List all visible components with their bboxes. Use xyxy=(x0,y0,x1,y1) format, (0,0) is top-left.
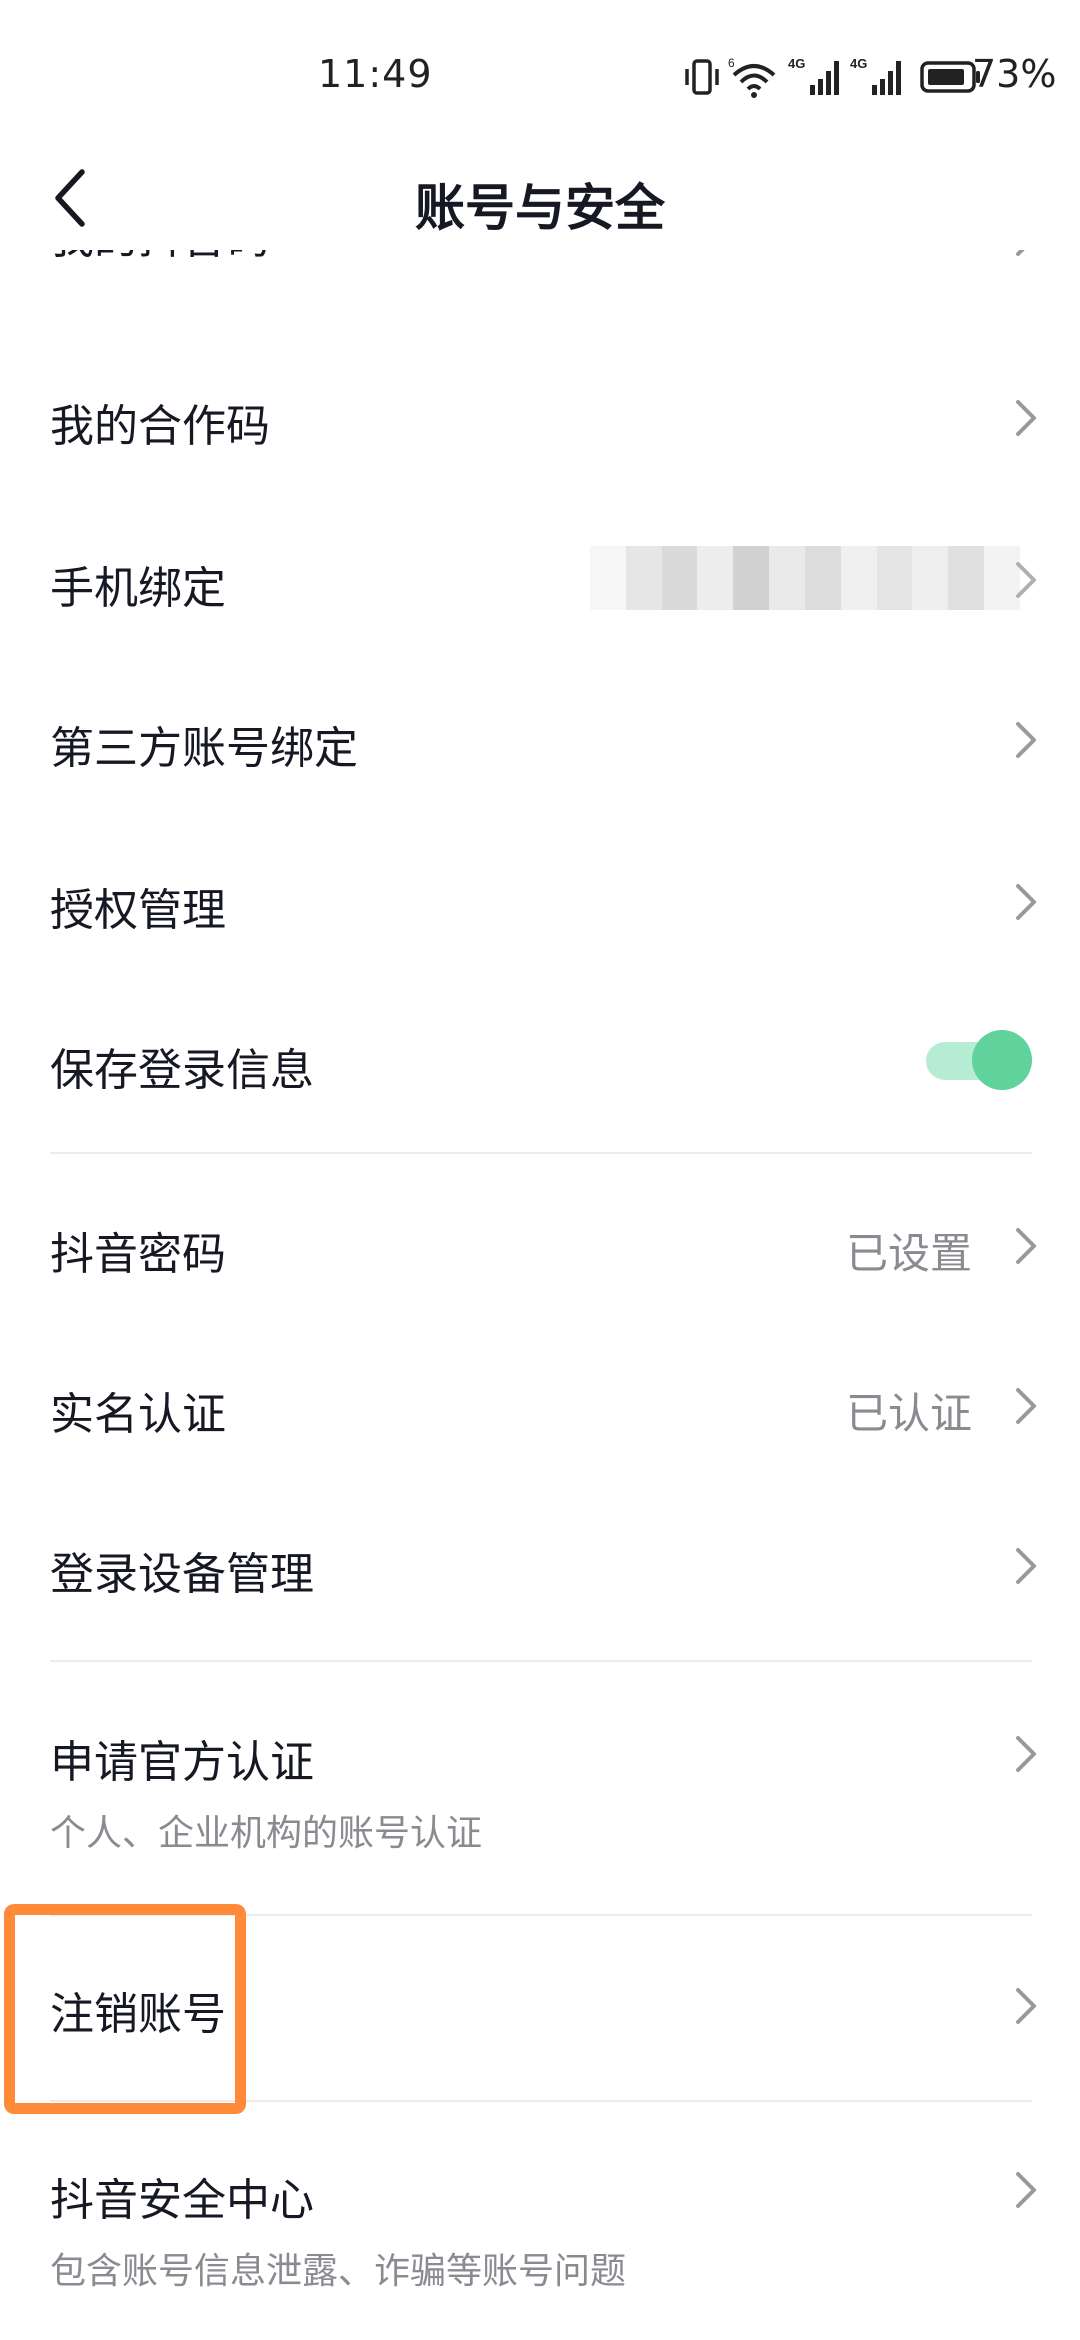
divider xyxy=(50,1152,1032,1154)
password-status: 已设置 xyxy=(845,1229,972,1278)
list-item-label: 申请官方认证 xyxy=(50,1737,314,1788)
divider xyxy=(50,1914,1032,1916)
blurred-phone-number xyxy=(590,546,1020,610)
divider xyxy=(50,2100,1032,2102)
list-item-label: 登录设备管理 xyxy=(50,1549,314,1600)
chevron-right-icon xyxy=(1016,250,1025,256)
list-item-subtitle: 个人、企业机构的账号认证 xyxy=(50,1813,483,1854)
status-bar: 11:49 6 4G 4G 73% xyxy=(0,0,1080,150)
list-item-delete-account[interactable]: 注销账号 xyxy=(0,1918,1080,2094)
list-item-third-party-binding[interactable]: 第三方账号绑定 xyxy=(0,660,1080,820)
page-title: 账号与安全 xyxy=(415,179,665,237)
list-item-label: 手机绑定 xyxy=(50,563,226,614)
chevron-right-icon xyxy=(1016,1988,1036,2024)
list-item-label: 抖音安全中心 xyxy=(50,2175,314,2226)
chevron-right-icon xyxy=(1016,884,1036,920)
status-time: 11:49 xyxy=(318,52,433,96)
list-item-label: 我的合作码 xyxy=(50,401,270,452)
chevron-right-icon xyxy=(1016,2172,1036,2208)
list-item-label: 第三方账号绑定 xyxy=(50,723,358,774)
list-item-label: 注销账号 xyxy=(50,1989,226,2040)
chevron-right-icon xyxy=(1016,1548,1036,1584)
list-item-label: 抖音密码 xyxy=(50,1229,226,1280)
battery-percent: 73% xyxy=(972,52,1057,96)
svg-text:4G: 4G xyxy=(850,56,867,71)
settings-list: 我的抖音码 我的合作码 手机绑定 xyxy=(0,250,1080,2340)
svg-text:4G: 4G xyxy=(788,56,805,71)
vibrate-icon xyxy=(685,59,719,95)
chevron-right-icon xyxy=(1016,1736,1036,1772)
signal-icon: 4G xyxy=(850,56,901,95)
status-icons: 6 4G 4G xyxy=(682,55,982,99)
chevron-right-icon xyxy=(1016,1228,1036,1264)
svg-text:6: 6 xyxy=(728,56,735,70)
save-login-toggle[interactable] xyxy=(926,1030,1032,1090)
nav-bar: 账号与安全 xyxy=(0,150,1080,250)
account-security-screen: 11:49 6 4G 4G 73% 账号与安全 我的合作码 手机绑定 第三方账号… xyxy=(0,0,1080,2340)
list-item-password[interactable]: 抖音密码 已设置 xyxy=(0,1166,1080,1326)
list-item-devices[interactable]: 登录设备管理 xyxy=(0,1486,1080,1646)
list-item-label: 授权管理 xyxy=(50,885,226,936)
list-item-label: 我的抖音码 xyxy=(50,250,270,266)
list-item-official-verify[interactable]: 申请官方认证 个人、企业机构的账号认证 xyxy=(0,1664,1080,1904)
chevron-right-icon xyxy=(1016,722,1036,758)
list-item-label: 保存登录信息 xyxy=(50,1045,314,1096)
list-item-authorization[interactable]: 授权管理 xyxy=(0,822,1080,982)
toggle-knob xyxy=(972,1030,1032,1090)
list-item-label: 实名认证 xyxy=(50,1389,226,1440)
list-item-douyin-code[interactable]: 我的抖音码 xyxy=(0,250,1080,282)
list-item-subtitle: 包含账号信息泄露、诈骗等账号问题 xyxy=(50,2251,627,2292)
divider xyxy=(50,1660,1032,1662)
chevron-right-icon xyxy=(1016,562,1036,598)
wifi-icon: 6 xyxy=(728,56,776,98)
chevron-right-icon xyxy=(1016,400,1036,436)
list-item-phone-binding[interactable]: 手机绑定 xyxy=(0,500,1080,660)
list-item-cooperation-code[interactable]: 我的合作码 xyxy=(0,338,1080,498)
list-item-save-login: 保存登录信息 xyxy=(0,984,1080,1140)
list-item-real-name[interactable]: 实名认证 已认证 xyxy=(0,1326,1080,1486)
chevron-right-icon xyxy=(1016,1388,1036,1424)
real-name-status: 已认证 xyxy=(845,1389,972,1438)
signal-icon: 4G xyxy=(788,56,839,95)
list-item-security-center[interactable]: 抖音安全中心 包含账号信息泄露、诈骗等账号问题 xyxy=(0,2104,1080,2340)
